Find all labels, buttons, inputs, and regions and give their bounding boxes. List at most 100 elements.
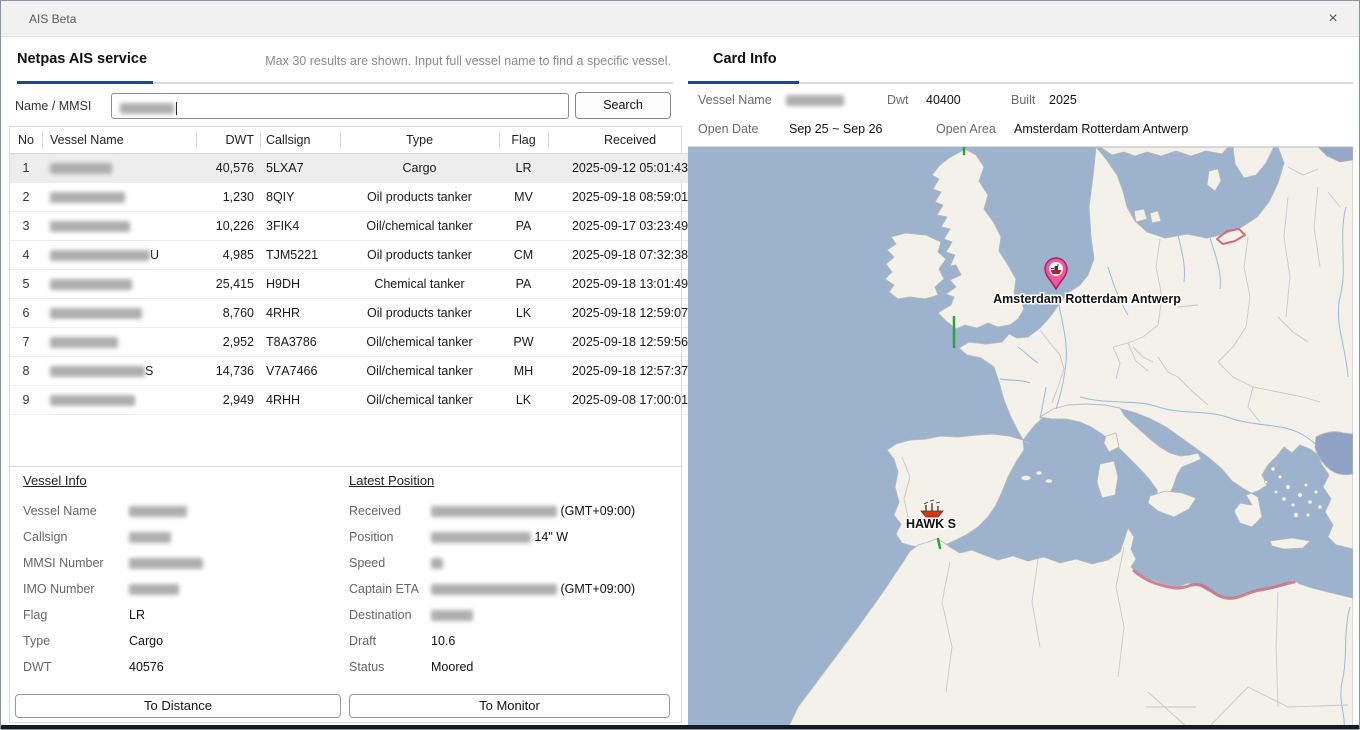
app-window: AIS Beta × Netpas AIS service Max 30 res… (0, 0, 1360, 730)
field-label: Flag (23, 602, 129, 628)
info-field-row: Draft10.6 (349, 628, 675, 654)
vessel-name-cell (42, 212, 196, 241)
redacted-text (129, 558, 203, 569)
field-label: Type (23, 628, 129, 654)
field-label: Draft (349, 628, 431, 654)
to-monitor-button[interactable]: To Monitor (349, 694, 670, 718)
europe-map: Amsterdam Rotterdam Antwerp HAWK S (688, 147, 1353, 728)
field-value-suffix: (GMT+09:00) (557, 582, 635, 596)
card-field-value (786, 93, 887, 107)
redacted-text (129, 532, 171, 543)
info-field-row: TypeCargo (23, 628, 343, 654)
table-row[interactable]: 72,952T8A3786Oil/chemical tankerPW2025-0… (10, 328, 712, 357)
card-field-value: Amsterdam Rotterdam Antwerp (1014, 122, 1274, 136)
table-row[interactable]: 310,2263FIK4Oil/chemical tankerPA2025-09… (10, 212, 712, 241)
table-row[interactable]: 8S14,736V7A7466Oil/chemical tankerMH2025… (10, 357, 712, 386)
field-label: DWT (23, 654, 129, 680)
redacted-text (50, 366, 145, 377)
field-value: LR (129, 608, 145, 622)
redacted-text (50, 163, 112, 174)
redacted-text (50, 337, 118, 348)
column-header-dwt: DWT (196, 127, 260, 154)
field-label: Received (349, 498, 431, 524)
card-field-label: Open Date (698, 122, 789, 136)
table-row[interactable]: 525,415H9DHChemical tankerPA2025-09-18 1… (10, 270, 712, 299)
field-value: 10.6 (431, 634, 455, 648)
field-label: Destination (349, 602, 431, 628)
vessel-name-cell (42, 183, 196, 212)
sardinia (1097, 461, 1118, 498)
table-row[interactable]: 92,9494RHHOil/chemical tankerLK2025-09-0… (10, 386, 712, 415)
redacted-text (50, 279, 132, 290)
redacted-text (431, 584, 557, 595)
info-field-row: StatusMoored (349, 654, 675, 680)
redacted-text (431, 610, 473, 621)
info-field-row: Speed (349, 550, 675, 576)
vessel-info-section: Vessel Info Vessel NameCallsignMMSI Numb… (23, 473, 343, 680)
redacted-text (431, 558, 443, 569)
to-distance-button[interactable]: To Distance (15, 694, 341, 718)
vessel-table-header: NoVessel NameDWTCallsignTypeFlagReceived (10, 127, 712, 154)
column-header-no: No (10, 127, 42, 154)
redacted-text (786, 95, 844, 106)
redacted-text (50, 395, 135, 406)
info-field-row: FlagLR (23, 602, 343, 628)
card-info-row-2: Open DateSep 25 ~ Sep 26Open AreaAmsterd… (698, 122, 1274, 136)
window-title: AIS Beta (29, 12, 76, 26)
text-caret (176, 102, 177, 115)
card-info-title: Card Info (713, 51, 777, 67)
field-value: Cargo (129, 634, 163, 648)
field-label: Speed (349, 550, 431, 576)
vessel-name-cell: U (42, 241, 196, 270)
info-field-row: Callsign (23, 524, 343, 550)
vessel-name-cell (42, 270, 196, 299)
redacted-text (129, 584, 179, 595)
column-header-vessel-name: Vessel Name (42, 127, 196, 154)
vessel-name-cell (42, 154, 196, 183)
column-header-type: Type (340, 127, 499, 154)
search-field-label: Name / MMSI (15, 99, 91, 113)
title-bar: AIS Beta × (1, 1, 1359, 37)
card-tab-accent-bar (688, 81, 799, 84)
redacted-text (50, 221, 130, 232)
column-header-callsign: Callsign (260, 127, 340, 154)
field-value: 40576 (129, 660, 164, 674)
card-field-label: Open Area (936, 122, 1014, 136)
redacted-text (129, 506, 187, 517)
info-field-row: Captain ETA (GMT+09:00) (349, 576, 675, 602)
card-field-label: Dwt (887, 93, 926, 107)
field-label: Captain ETA (349, 576, 431, 602)
card-field-label: Built (1011, 93, 1049, 107)
card-field-value: Sep 25 ~ Sep 26 (789, 122, 936, 136)
latest-position-title: Latest Position (349, 473, 434, 488)
table-row[interactable]: 4U4,985TJM5221Oil products tankerCM2025-… (10, 241, 712, 270)
redacted-search-value (120, 103, 174, 114)
table-row[interactable]: 140,5765LXA7CargoLR2025-09-12 05:01:43 (10, 154, 712, 183)
field-label: Callsign (23, 524, 129, 550)
redacted-text (431, 532, 531, 543)
left-tab-rule (153, 82, 673, 84)
info-field-row: DWT40576 (23, 654, 343, 680)
map-viewport[interactable]: Amsterdam Rotterdam Antwerp HAWK S (688, 146, 1353, 728)
window-bottom-edge (1, 725, 1359, 729)
field-label: Position (349, 524, 431, 550)
field-value: Moored (431, 660, 473, 674)
vessel-ship-label: HAWK S (906, 517, 956, 531)
field-label: IMO Number (23, 576, 129, 602)
card-tab-rule (799, 82, 1353, 84)
left-tab-accent-bar (17, 81, 153, 84)
redacted-text (50, 250, 150, 261)
search-input[interactable] (111, 93, 569, 119)
info-field-row: Vessel Name (23, 498, 343, 524)
card-field-label: Vessel Name (698, 93, 786, 107)
card-info-row-1: Vessel NameDwt40400Built2025 (698, 93, 1129, 107)
search-button[interactable]: Search (575, 92, 671, 119)
info-section-divider (9, 466, 682, 467)
table-row[interactable]: 68,7604RHROil products tankerLK2025-09-1… (10, 299, 712, 328)
vessel-name-cell (42, 299, 196, 328)
redacted-text (50, 192, 125, 203)
close-icon[interactable]: × (1321, 8, 1345, 30)
field-label: Vessel Name (23, 498, 129, 524)
table-row[interactable]: 21,2308QIYOil products tankerMV2025-09-1… (10, 183, 712, 212)
info-field-row: IMO Number (23, 576, 343, 602)
